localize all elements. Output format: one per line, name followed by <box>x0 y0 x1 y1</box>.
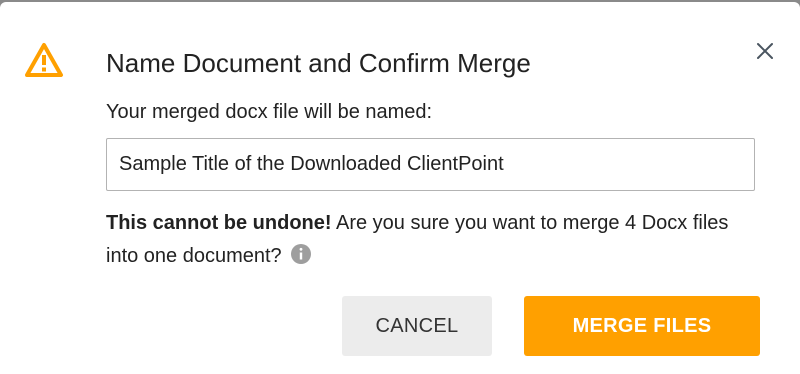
close-button[interactable] <box>752 38 778 64</box>
merge-confirm-dialog: Name Document and Confirm Merge Your mer… <box>0 2 800 374</box>
warning-triangle-icon <box>25 43 63 77</box>
filename-label: Your merged docx file will be named: <box>106 101 433 123</box>
merge-files-button[interactable]: MERGE FILES <box>524 296 760 356</box>
info-icon[interactable] <box>290 243 312 265</box>
cancel-button[interactable]: CANCEL <box>342 296 492 356</box>
dialog-title: Name Document and Confirm Merge <box>106 48 531 78</box>
filename-input[interactable] <box>106 138 755 191</box>
close-icon <box>757 43 773 59</box>
merge-warning: This cannot be undone! Are you sure you … <box>106 207 746 273</box>
warning-emphasis: This cannot be undone! <box>106 212 332 234</box>
